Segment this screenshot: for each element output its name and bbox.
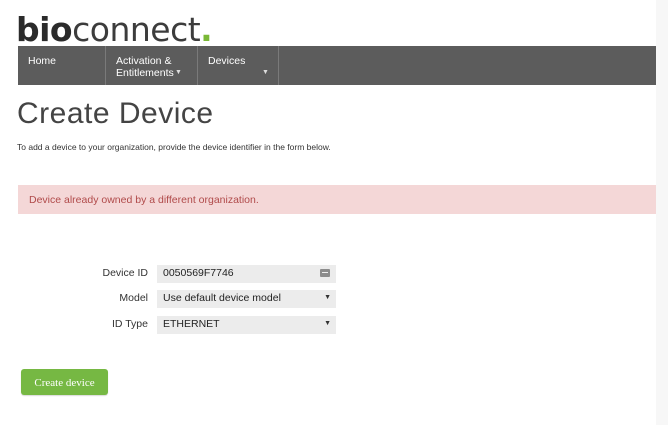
id-type-label: ID Type xyxy=(112,318,148,330)
nav-item-activation-label-line1: Activation & xyxy=(116,55,172,67)
nav-item-home[interactable]: Home xyxy=(18,46,106,85)
keyboard-icon[interactable] xyxy=(320,269,330,277)
nav-item-devices-label: Devices xyxy=(208,55,246,67)
error-alert: Device already owned by a different orga… xyxy=(18,185,656,214)
chevron-down-icon: ▼ xyxy=(324,294,331,301)
page: bioconnect. Home Activation & Entitlemen… xyxy=(0,0,656,425)
model-selected-value: Use default device model xyxy=(163,292,281,304)
page-title: Create Device xyxy=(17,97,214,130)
nav-item-activation-entitlements[interactable]: Activation & Entitlements ▼ xyxy=(106,46,198,85)
chevron-down-icon: ▼ xyxy=(175,69,182,76)
chevron-down-icon: ▼ xyxy=(324,320,331,327)
nav-item-activation-label-line2: Entitlements xyxy=(116,67,174,79)
id-type-select[interactable]: ETHERNET ▼ xyxy=(157,316,336,334)
device-id-value: 0050569F7746 xyxy=(163,267,234,279)
error-alert-message: Device already owned by a different orga… xyxy=(29,194,259,206)
model-select[interactable]: Use default device model ▼ xyxy=(157,290,336,308)
logo-connect: connect xyxy=(72,10,201,49)
nav-item-home-label: Home xyxy=(28,55,57,67)
page-intro: To add a device to your organization, pr… xyxy=(17,142,331,152)
nav-item-devices[interactable]: Devices ▼ xyxy=(198,46,279,85)
create-device-button[interactable]: Create device xyxy=(21,369,108,395)
device-id-label: Device ID xyxy=(102,267,148,279)
main-nav: Home Activation & Entitlements ▼ Devices… xyxy=(18,46,656,85)
logo-bio: bio xyxy=(16,10,73,49)
logo-dot: . xyxy=(200,10,213,49)
model-label: Model xyxy=(119,292,148,304)
chevron-down-icon: ▼ xyxy=(262,69,269,76)
bioconnect-logo[interactable]: bioconnect. xyxy=(16,10,213,50)
id-type-selected-value: ETHERNET xyxy=(163,318,220,330)
device-id-field[interactable]: 0050569F7746 xyxy=(157,265,336,283)
